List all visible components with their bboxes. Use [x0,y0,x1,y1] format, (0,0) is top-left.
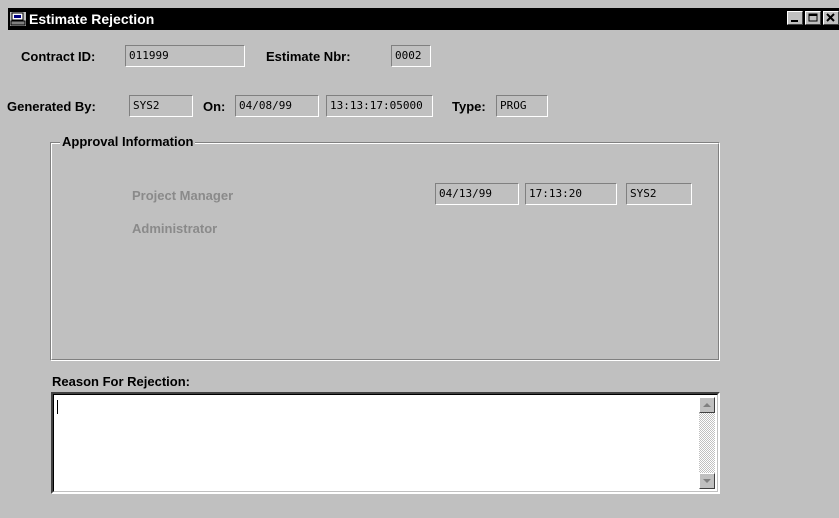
contract-id-field[interactable]: 011999 [125,45,245,67]
app-icon [10,12,26,26]
administrator-label: Administrator [132,221,218,236]
contract-id-label: Contract ID: [21,49,96,64]
approval-group-box [50,142,720,361]
generated-by-field[interactable]: SYS2 [129,95,193,117]
vertical-scrollbar[interactable] [699,397,715,489]
title-bar[interactable]: Estimate Rejection [8,8,839,30]
scroll-down-arrow-icon [703,479,711,483]
scrollbar-track[interactable] [699,413,715,473]
type-field[interactable]: PROG [496,95,548,117]
maximize-icon [808,13,818,22]
estimate-rejection-window: Estimate Rejection Contract ID: 011999 E… [0,0,839,518]
on-date-field[interactable]: 04/08/99 [235,95,319,117]
estimate-nbr-label: Estimate Nbr: [266,49,351,64]
reason-for-rejection-label: Reason For Rejection: [52,374,190,389]
type-label: Type: [452,99,486,114]
approval-group-title: Approval Information [60,134,196,149]
on-label: On: [203,99,226,114]
pm-approval-date-field[interactable]: 04/13/99 [435,183,519,205]
close-button[interactable] [823,11,839,25]
minimize-icon [791,20,798,22]
maximize-button[interactable] [805,11,821,25]
on-time-field[interactable]: 13:13:17:05000 [326,95,433,117]
minimize-button[interactable] [787,11,803,25]
scroll-down-button[interactable] [699,473,715,489]
pm-approval-time-field[interactable]: 17:13:20 [525,183,617,205]
close-icon [826,13,835,22]
pm-approval-user-field[interactable]: SYS2 [626,183,692,205]
window-title: Estimate Rejection [29,11,155,27]
scroll-up-arrow-icon [703,403,711,407]
scroll-up-button[interactable] [699,397,715,413]
reason-for-rejection-textarea[interactable] [51,392,720,494]
text-caret [57,400,58,414]
generated-by-label: Generated By: [7,99,96,114]
estimate-nbr-field[interactable]: 0002 [391,45,431,67]
project-manager-label: Project Manager [132,188,234,203]
